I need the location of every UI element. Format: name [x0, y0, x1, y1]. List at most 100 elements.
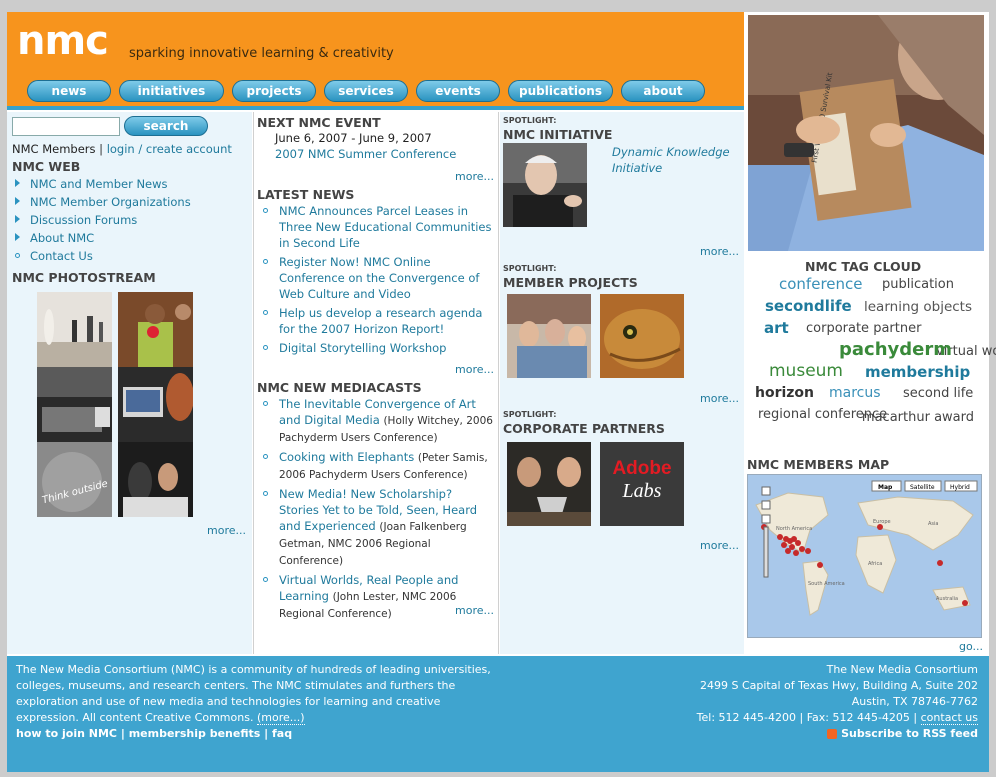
rss-subscribe-link[interactable]: Subscribe to RSS feed: [841, 727, 978, 740]
tag-corporate-partner[interactable]: corporate partner: [806, 321, 921, 336]
footer-fax: Fax: 512 445-4205: [806, 711, 910, 724]
footer-about-more-link[interactable]: (more...): [256, 711, 305, 725]
search-button[interactable]: search: [124, 116, 208, 136]
map-label-south-america: South America: [808, 581, 845, 587]
footer-about-text: The New Media Consortium (NMC) is a comm…: [16, 663, 491, 724]
photostream-photo-1[interactable]: [37, 292, 112, 367]
bullet-icon: [263, 454, 268, 459]
news-item[interactable]: Register Now! NMC Online Conference on t…: [263, 254, 495, 302]
web-item-news[interactable]: NMC and Member News: [15, 177, 191, 195]
nav-projects[interactable]: projects: [232, 80, 316, 102]
page: nmc sparking innovative learning & creat…: [7, 12, 996, 772]
column-divider: [253, 112, 254, 654]
tag-pachyderm[interactable]: pachyderm: [839, 339, 952, 360]
member-project-photo-1[interactable]: [507, 294, 591, 378]
web-item-contact[interactable]: Contact Us: [15, 249, 191, 267]
membership-benefits-link[interactable]: membership benefits: [129, 727, 261, 740]
web-item-forums[interactable]: Discussion Forums: [15, 213, 191, 231]
map-go-link[interactable]: go...: [959, 640, 983, 653]
web-item-organizations[interactable]: NMC Member Organizations: [15, 195, 191, 213]
arrow-icon: [15, 233, 20, 241]
mediacast-item[interactable]: New Media! New Scholarship? Stories Yet …: [263, 486, 495, 569]
footer-links: how to join NMC | membership benefits | …: [16, 727, 293, 740]
map-button-hybrid[interactable]: Hybrid: [950, 484, 970, 491]
arrow-icon: [15, 215, 20, 223]
photostream-photo-2[interactable]: [118, 292, 193, 367]
login-link[interactable]: login: [107, 142, 135, 156]
nav-news[interactable]: news: [27, 80, 111, 102]
tag-secondlife[interactable]: secondlife: [765, 297, 852, 315]
header-rule: [7, 106, 744, 110]
mediacast-item[interactable]: Cooking with Elephants (Peter Samis, 200…: [263, 449, 495, 483]
initiative-link[interactable]: Dynamic Knowledge Initiative: [612, 144, 737, 176]
tag-museum[interactable]: museum: [769, 361, 843, 381]
footer-about: The New Media Consortium (NMC) is a comm…: [16, 662, 496, 742]
member-project-photo-2[interactable]: [600, 294, 684, 378]
photostream-more-link[interactable]: more...: [207, 524, 246, 537]
initiative-photo[interactable]: [503, 143, 587, 227]
nav-initiatives[interactable]: initiatives: [119, 80, 224, 102]
event-more-link[interactable]: more...: [455, 170, 494, 183]
tag-art[interactable]: art: [764, 319, 789, 337]
mediacast-item[interactable]: The Inevitable Convergence of Art and Di…: [263, 396, 495, 446]
partners-more-link[interactable]: more...: [700, 539, 739, 552]
partner-photo[interactable]: [507, 442, 591, 526]
map-label-europe: Europe: [873, 519, 891, 525]
initiative-heading: NMC INITIATIVE: [503, 127, 613, 142]
join-nmc-link[interactable]: how to join NMC: [16, 727, 117, 740]
tag-learning-objects[interactable]: learning objects: [864, 299, 972, 315]
adobe-labs-logo[interactable]: Adobe Labs: [600, 442, 684, 526]
bullet-icon: [15, 253, 20, 258]
faq-link[interactable]: faq: [272, 727, 292, 740]
news-list: NMC Announces Parcel Leases in Three New…: [263, 203, 495, 359]
search-input[interactable]: [12, 117, 120, 136]
spotlight-column: SPOTLIGHT: NMC INITIATIVE Dynamic Knowle…: [500, 112, 744, 654]
spotlight-label: SPOTLIGHT:: [503, 264, 557, 273]
tag-macarthur-award[interactable]: macarthur award: [844, 407, 974, 428]
footer-tel: Tel: 512 445-4200: [696, 711, 796, 724]
footer-address-1: 2499 S Capital of Texas Hwy, Building A,…: [699, 679, 978, 692]
tag-conference[interactable]: conference: [779, 275, 863, 293]
news-item[interactable]: Digital Storytelling Workshop: [263, 340, 495, 356]
tag-horizon[interactable]: horizon: [755, 385, 814, 401]
contact-us-link[interactable]: contact us: [920, 711, 978, 725]
tag-membership[interactable]: membership: [865, 363, 970, 381]
create-account-link[interactable]: create account: [146, 142, 232, 156]
nmc-web-heading: NMC WEB: [12, 159, 81, 174]
hero-photo: First Wave 2.0 Survival Kit: [748, 15, 984, 251]
photostream-photo-3[interactable]: [37, 367, 112, 442]
photostream-photo-6[interactable]: [118, 442, 193, 517]
event-title-link[interactable]: 2007 NMC Summer Conference: [275, 147, 456, 161]
site-footer: The New Media Consortium (NMC) is a comm…: [7, 656, 989, 772]
nav-events[interactable]: events: [416, 80, 500, 102]
news-more-link[interactable]: more...: [455, 363, 494, 376]
footer-org-name: The New Media Consortium: [826, 663, 978, 676]
members-map[interactable]: North America Europe Asia Africa South A…: [747, 474, 982, 638]
photostream-photo-4[interactable]: [118, 367, 193, 442]
map-label-north-america: North America: [776, 526, 812, 532]
nmc-logo[interactable]: nmc: [17, 18, 109, 64]
map-button-map[interactable]: Map: [878, 484, 893, 491]
corporate-partners-heading: CORPORATE PARTNERS: [503, 421, 665, 436]
nmc-web-list: NMC and Member News NMC Member Organizat…: [15, 177, 191, 267]
photostream-photo-5[interactable]: Think outside: [37, 442, 112, 517]
bullet-icon: [263, 491, 268, 496]
map-label-asia: Asia: [928, 521, 938, 527]
nav-publications[interactable]: publications: [508, 80, 613, 102]
mediacasts-heading: NMC NEW MEDIACASTS: [257, 380, 422, 395]
event-dates: June 6, 2007 - June 9, 2007: [275, 131, 432, 145]
tag-marcus[interactable]: marcus: [829, 385, 881, 401]
initiative-more-link[interactable]: more...: [700, 245, 739, 258]
mediacasts-more-link[interactable]: more...: [455, 604, 494, 617]
news-item[interactable]: Help us develop a research agenda for th…: [263, 305, 495, 337]
map-button-satellite[interactable]: Satellite: [910, 484, 935, 491]
tag-second-life[interactable]: second life: [903, 386, 973, 401]
arrow-icon: [15, 197, 20, 205]
nav-services[interactable]: services: [324, 80, 408, 102]
tag-publication[interactable]: publication: [882, 277, 954, 292]
nav-about[interactable]: about: [621, 80, 705, 102]
web-item-about[interactable]: About NMC: [15, 231, 191, 249]
projects-more-link[interactable]: more...: [700, 392, 739, 405]
rss-icon: [827, 729, 838, 739]
news-item[interactable]: NMC Announces Parcel Leases in Three New…: [263, 203, 495, 251]
